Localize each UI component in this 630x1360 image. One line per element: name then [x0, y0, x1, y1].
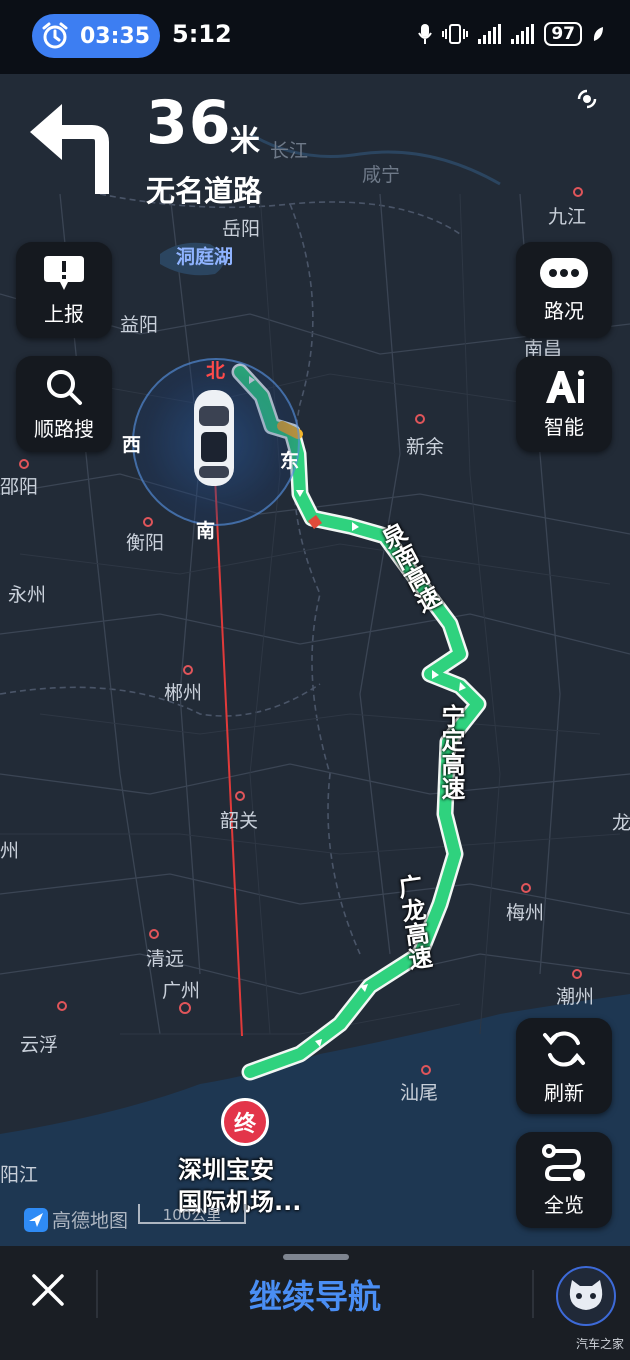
maneuver-distance: 36	[146, 88, 232, 158]
map-label-xinyu: 新余	[406, 436, 445, 458]
amap-logo-icon	[24, 1207, 48, 1232]
compass: 北 西 东 南	[122, 358, 300, 542]
compass-west: 西	[122, 434, 142, 456]
traffic-icon	[540, 257, 588, 288]
overview-label: 全览	[544, 1192, 584, 1217]
map-label-qingyuan: 清远	[146, 948, 185, 970]
destination-name-line1: 深圳宝安	[178, 1156, 274, 1184]
map-label-changjiang: 长江	[270, 140, 309, 162]
ai-icon	[546, 369, 584, 403]
map-label-xianning: 咸宁	[362, 164, 401, 186]
map-label-yongzhou: 永州	[8, 584, 47, 606]
map-label-yangjiang: 阳江	[0, 1164, 39, 1186]
map-label-shaoyang: 邵阳	[0, 476, 39, 498]
map-label-dongtinghu: 洞庭湖	[176, 246, 234, 268]
vehicle-icon	[194, 390, 234, 486]
traffic-label: 路况	[544, 298, 584, 323]
smart-button[interactable]: 智能	[516, 356, 612, 452]
compass-south: 南	[196, 520, 216, 542]
search-along-label: 顺路搜	[34, 416, 94, 441]
alarm-time: 03:35	[80, 23, 151, 49]
destination-marker[interactable]: 终	[221, 1098, 269, 1146]
map-label-shanwei: 汕尾	[400, 1082, 439, 1104]
map-label-yunfu: 云浮	[20, 1034, 59, 1056]
drag-handle[interactable]	[283, 1254, 349, 1260]
next-road-name: 无名道路	[146, 174, 263, 208]
battery-level: 97	[544, 22, 582, 46]
divider	[532, 1270, 534, 1318]
map-label-chaozhou: 潮州	[556, 986, 595, 1008]
alarm-clock-icon	[42, 22, 68, 49]
map-label-jiujiang: 九江	[548, 206, 587, 228]
clock: 5:12	[172, 20, 232, 48]
continue-navigation-button[interactable]: 继续导航	[180, 1270, 450, 1318]
map-label-hengyang: 衡阳	[126, 532, 165, 554]
map-label-zhou-left: 州	[0, 840, 20, 862]
signal-strength-icon	[478, 24, 502, 44]
compass-east: 东	[280, 450, 300, 472]
map-label-yiyang: 益阳	[120, 314, 159, 336]
compass-north: 北	[206, 360, 226, 382]
map-label-meizhou: 梅州	[506, 902, 545, 924]
route-overview-icon	[542, 1143, 585, 1181]
search-icon	[47, 369, 82, 405]
map-label-guangzhou: 广州	[162, 980, 201, 1002]
map-scale: 100公里	[138, 1204, 246, 1224]
voice-assistant-avatar[interactable]	[556, 1266, 616, 1326]
status-icons: 97	[418, 22, 604, 46]
bottom-bar: 继续导航 汽车之家	[0, 1246, 630, 1360]
watermark: 汽车之家	[575, 1337, 624, 1351]
refresh-label: 刷新	[544, 1080, 584, 1105]
assistant-face-icon	[569, 1280, 603, 1310]
report-label: 上报	[44, 301, 84, 326]
status-bar: 03:35 5:12 97	[0, 0, 630, 74]
smart-label: 智能	[544, 414, 584, 439]
divider	[96, 1270, 98, 1318]
search-along-route-button[interactable]: 顺路搜	[16, 356, 112, 452]
map-label-chenzhou: 郴州	[164, 682, 203, 704]
microphone-icon	[418, 24, 433, 44]
refresh-icon	[543, 1030, 585, 1067]
turn-left-arrow-icon	[30, 104, 109, 194]
maneuver-distance-unit: 米	[230, 124, 260, 159]
map-label-yueyang: 岳阳	[222, 218, 261, 240]
road-label-ningding: 宁定高速	[437, 704, 465, 800]
map-brand: 高德地图	[24, 1206, 128, 1233]
traffic-button[interactable]: 路况	[516, 242, 612, 338]
map-label-long-right: 龙	[612, 812, 630, 834]
signal-strength-icon-2	[511, 24, 535, 44]
map-label-shaoguan: 韶关	[220, 810, 259, 832]
overview-button[interactable]: 全览	[516, 1132, 612, 1228]
close-icon[interactable]	[30, 1272, 66, 1308]
alarm-indicator[interactable]: 03:35	[32, 14, 160, 58]
gps-signal-icon	[577, 89, 597, 109]
map-brand-name: 高德地图	[52, 1210, 129, 1232]
report-icon	[44, 255, 84, 290]
report-button[interactable]: 上报	[16, 242, 112, 338]
vibrate-icon	[442, 24, 469, 44]
leaf-icon	[593, 27, 603, 41]
refresh-button[interactable]: 刷新	[516, 1018, 612, 1114]
